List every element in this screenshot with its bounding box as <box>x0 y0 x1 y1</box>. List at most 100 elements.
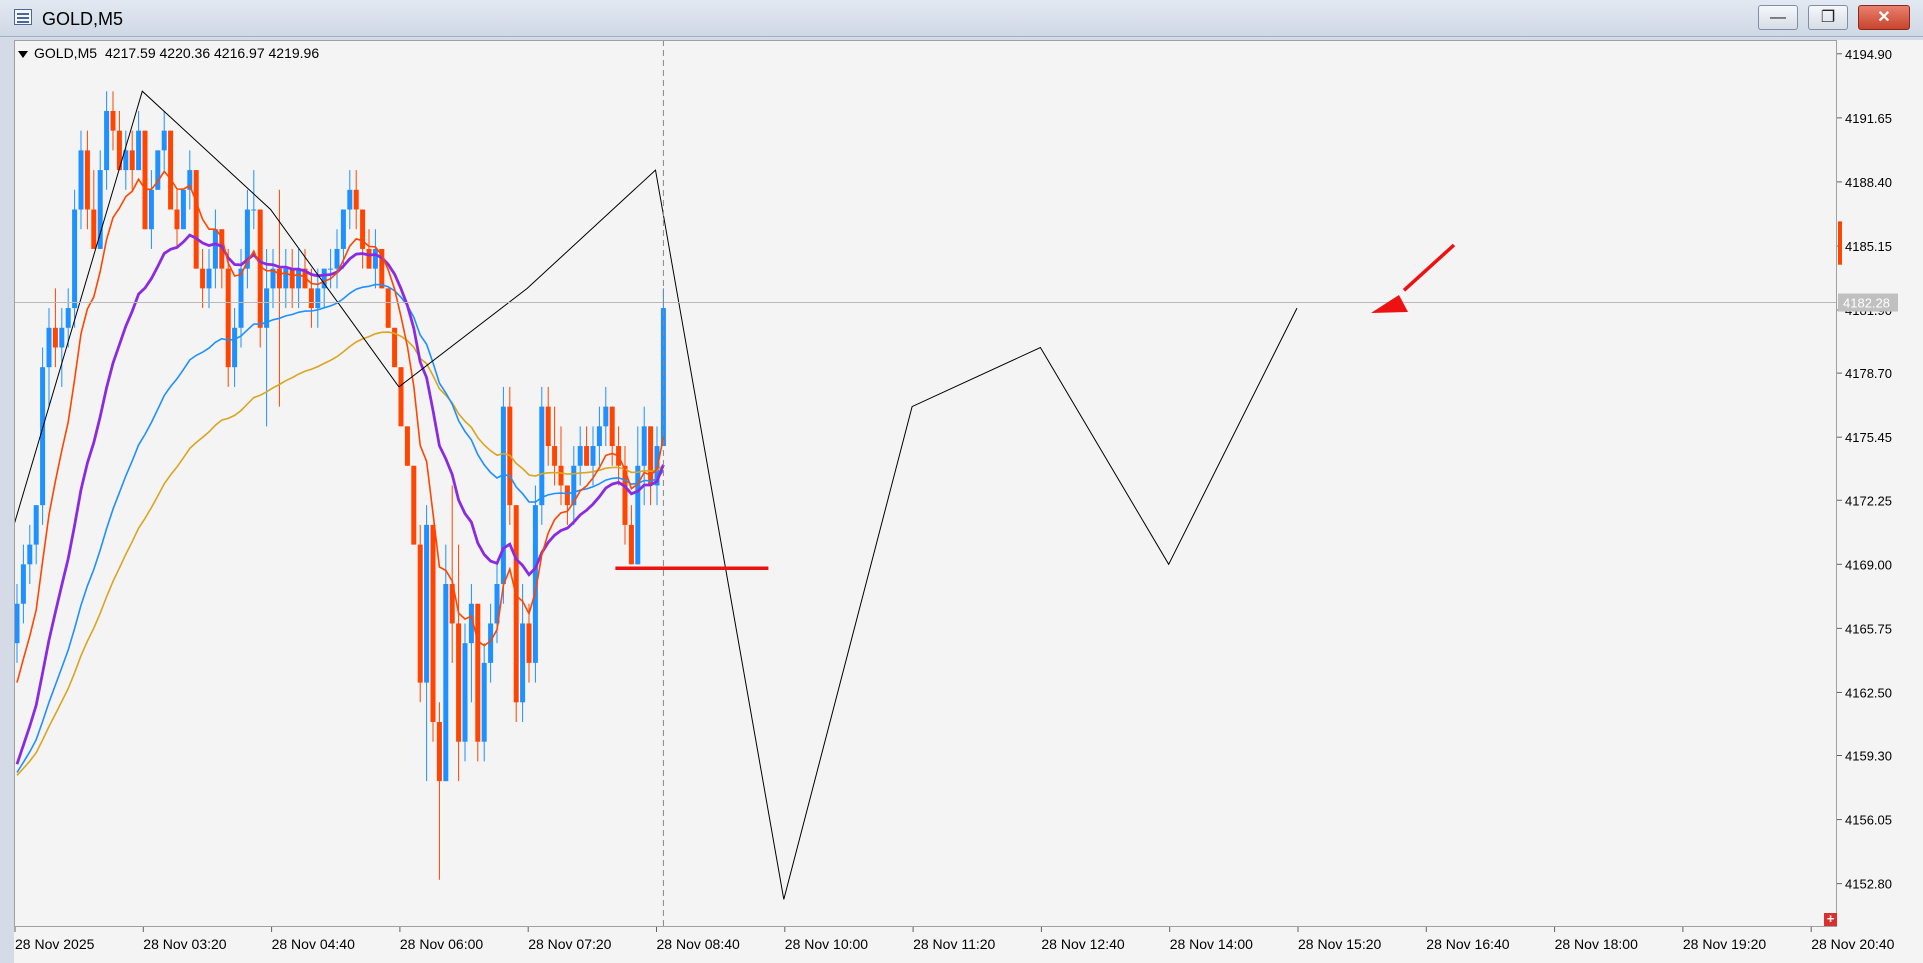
candle-body <box>142 130 148 230</box>
window-titlebar[interactable]: GOLD,M5 — ❐ ✕ <box>0 0 1923 37</box>
ema-gold-line <box>16 331 664 776</box>
y-tick-label: 4194.90 <box>1845 47 1892 62</box>
candle-body <box>129 150 135 171</box>
x-tick-label: 28 Nov 07:20 <box>528 936 611 952</box>
candle-body <box>372 248 378 269</box>
x-tick-label: 28 Nov 19:20 <box>1683 936 1766 952</box>
x-tick-label: 28 Nov 18:00 <box>1555 936 1638 952</box>
candle-body <box>628 524 634 565</box>
candle-body <box>424 524 430 683</box>
candle-body <box>212 229 218 269</box>
candle-body <box>462 643 468 742</box>
candle-body <box>328 268 334 270</box>
candle-body <box>97 170 103 249</box>
y-tick-label: 4162.50 <box>1845 685 1892 700</box>
candle-body <box>14 603 20 644</box>
close-value: 4219.96 <box>268 45 320 61</box>
y-tick-label: 4175.45 <box>1845 430 1892 445</box>
candle-body <box>353 189 359 210</box>
candle-body <box>340 209 346 249</box>
candle-body <box>545 406 551 447</box>
candle-body <box>366 248 372 269</box>
candle-body <box>347 189 353 210</box>
x-tick-label: 28 Nov 06:00 <box>400 936 483 952</box>
candle-body <box>552 446 558 466</box>
x-tick-label: 28 Nov 14:00 <box>1170 936 1253 952</box>
candle-body <box>161 130 167 151</box>
candle-body <box>584 446 590 466</box>
collapse-triangle-icon[interactable] <box>18 50 28 58</box>
candle-body <box>91 209 97 249</box>
candle-body <box>481 662 487 742</box>
chart-window-icon <box>14 9 32 25</box>
x-tick-label: 28 Nov 15:20 <box>1298 936 1381 952</box>
candle-body <box>334 248 340 269</box>
candle-body <box>110 110 116 131</box>
close-button[interactable]: ✕ <box>1858 5 1910 30</box>
add-plus-icon[interactable]: + <box>1824 912 1837 926</box>
minimize-button[interactable]: — <box>1758 5 1798 30</box>
candle-body <box>72 209 78 309</box>
candle-body <box>411 465 417 545</box>
arrow-shaft <box>1402 243 1456 292</box>
candle-body <box>27 544 33 565</box>
candle-body <box>200 268 206 289</box>
price-chart[interactable]: 4194.904191.654188.404185.154181.904178.… <box>14 40 1923 963</box>
candle-body <box>539 406 545 506</box>
candle-body <box>251 209 257 211</box>
candle-body <box>596 426 602 447</box>
ema-red-line <box>16 170 665 683</box>
x-tick-label: 28 Nov 2025 <box>15 936 95 952</box>
candle-body <box>180 189 186 230</box>
x-tick-label: 28 Nov 10:00 <box>785 936 868 952</box>
candle-body <box>520 623 526 703</box>
candle-body <box>257 209 263 328</box>
candle-body <box>136 130 142 171</box>
candle-body <box>436 722 442 782</box>
candle-body <box>296 268 302 289</box>
candle-body <box>417 544 423 683</box>
candle-body <box>276 268 282 289</box>
x-tick-label: 28 Nov 11:20 <box>913 936 995 952</box>
candle-body <box>641 426 647 466</box>
x-tick-label: 28 Nov 20:40 <box>1811 936 1894 952</box>
candle-body <box>232 327 238 368</box>
candle-body <box>385 288 391 328</box>
candle-body <box>513 505 519 703</box>
candle-body <box>46 327 52 368</box>
chart-area[interactable]: 4194.904191.654188.404185.154181.904178.… <box>14 40 1923 963</box>
candle-body <box>577 446 583 466</box>
y-tick-label: 4169.00 <box>1845 557 1892 572</box>
zigzag-line <box>14 90 1298 900</box>
arrow-head <box>1371 295 1408 313</box>
candle-body <box>168 130 174 210</box>
candle-body <box>475 603 481 742</box>
candle-body <box>590 446 596 466</box>
candle-body <box>526 623 532 663</box>
candle-body <box>404 426 410 466</box>
high-value: 4220.36 <box>159 45 211 61</box>
candle-body <box>456 623 462 742</box>
candle-body <box>52 327 58 348</box>
y-tick-label: 4156.05 <box>1845 813 1892 828</box>
candle-body <box>500 406 506 585</box>
y-tick-label: 4165.75 <box>1845 621 1892 636</box>
symbol-label: GOLD,M5 <box>34 45 98 61</box>
candle-body <box>40 367 46 506</box>
candle-body <box>603 406 609 427</box>
candle-body <box>20 564 26 604</box>
y-tick-label: 4185.15 <box>1845 239 1892 254</box>
candle-body <box>398 367 404 427</box>
candle-body <box>315 288 321 309</box>
candle-body <box>104 110 110 171</box>
candle-body <box>33 505 39 545</box>
candle-body <box>443 584 449 782</box>
candle-body <box>84 150 90 210</box>
price-marker <box>1838 221 1842 265</box>
y-tick-label: 4188.40 <box>1845 175 1892 190</box>
restore-button[interactable]: ❐ <box>1808 5 1848 30</box>
x-tick-label: 28 Nov 04:40 <box>272 936 355 952</box>
candle-body <box>609 406 615 447</box>
candle-body <box>289 268 295 289</box>
window-title: GOLD,M5 <box>42 9 124 29</box>
